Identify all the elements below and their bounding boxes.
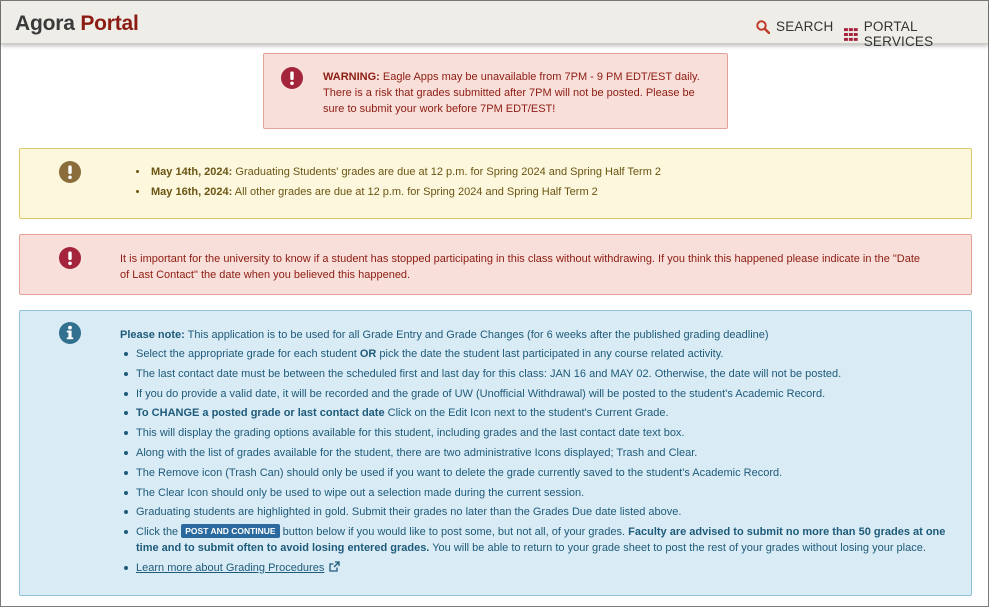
warning-line1: Eagle Apps may be unavailable from 7PM -… xyxy=(379,71,700,83)
brand-main: Agora xyxy=(15,12,75,35)
grid-icon xyxy=(844,27,858,41)
list-item: If you do provide a valid date, it will … xyxy=(120,386,950,402)
portal-services-label: PORTAL SERVICES xyxy=(863,19,934,49)
brand-accent: Portal xyxy=(80,12,139,35)
contact-line1: It is important for the university to kn… xyxy=(120,253,921,265)
deadline-text: All other grades are due at 12 p.m. for … xyxy=(232,186,598,198)
list-item: Select the appropriate grade for each st… xyxy=(120,346,950,362)
warning-label: WARNING: xyxy=(323,71,380,83)
list-item: The Clear Icon should only be used to wi… xyxy=(120,485,950,501)
post-and-continue-badge: POST AND CONTINUE xyxy=(181,524,280,539)
list-item: Graduating students are highlighted in g… xyxy=(120,504,950,520)
list-item: To CHANGE a posted grade or last contact… xyxy=(120,405,950,421)
deadline-text: Graduating Students' grades are due at 1… xyxy=(232,166,662,178)
note-intro: Please note: This application is to be u… xyxy=(120,327,960,343)
last-contact-text: It is important for the university to kn… xyxy=(120,251,955,283)
instructions-list: Select the appropriate grade for each st… xyxy=(120,346,950,580)
portal-services-nav[interactable]: PORTAL SERVICES xyxy=(844,19,988,49)
deadline-date: May 16th, 2024: xyxy=(151,186,233,198)
learn-more-link[interactable]: Learn more about Grading Procedures xyxy=(136,562,324,574)
list-item: The last contact date must be between th… xyxy=(120,366,950,382)
external-link-icon[interactable] xyxy=(329,561,341,572)
deadlines-list: May 14th, 2024: Graduating Students' gra… xyxy=(136,164,661,204)
contact-line2: of Last Contact" the date when you belie… xyxy=(120,269,411,281)
list-item: The Remove icon (Trash Can) should only … xyxy=(120,465,950,481)
warning-line2: There is a risk that grades submitted af… xyxy=(323,87,695,99)
warning-text: WARNING: Eagle Apps may be unavailable f… xyxy=(323,69,713,117)
list-item: This will display the grading options av… xyxy=(120,425,950,441)
list-item: Along with the list of grades available … xyxy=(120,445,950,461)
exclamation-circle-icon xyxy=(59,247,81,269)
exclamation-circle-icon xyxy=(281,67,303,89)
info-circle-icon xyxy=(59,322,81,344)
deadlines-notice: May 14th, 2024: Graduating Students' gra… xyxy=(19,148,972,219)
deadline-date: May 14th, 2024: xyxy=(151,166,233,178)
grading-info: Please note: This application is to be u… xyxy=(19,310,972,596)
deadline-item: May 16th, 2024: All other grades are due… xyxy=(136,184,661,200)
note-intro-text: This application is to be used for all G… xyxy=(184,329,769,341)
search-label: SEARCH xyxy=(776,19,834,34)
last-contact-notice: It is important for the university to kn… xyxy=(19,234,972,295)
exclamation-circle-icon xyxy=(59,161,81,183)
brand-logo[interactable]: Agora Portal xyxy=(15,12,139,36)
list-item: Click the POST AND CONTINUE button below… xyxy=(120,524,950,556)
note-label: Please note: xyxy=(120,329,185,341)
list-item: Learn more about Grading Procedures xyxy=(120,560,950,576)
availability-warning: WARNING: Eagle Apps may be unavailable f… xyxy=(263,53,728,129)
deadline-item: May 14th, 2024: Graduating Students' gra… xyxy=(136,164,661,180)
search-nav[interactable]: SEARCH xyxy=(756,19,833,34)
search-icon xyxy=(756,19,770,34)
warning-line3: sure to submit your work before 7PM EDT/… xyxy=(323,103,556,115)
top-bar: Agora Portal SEARCH PORTAL SERVICES xyxy=(1,1,988,49)
